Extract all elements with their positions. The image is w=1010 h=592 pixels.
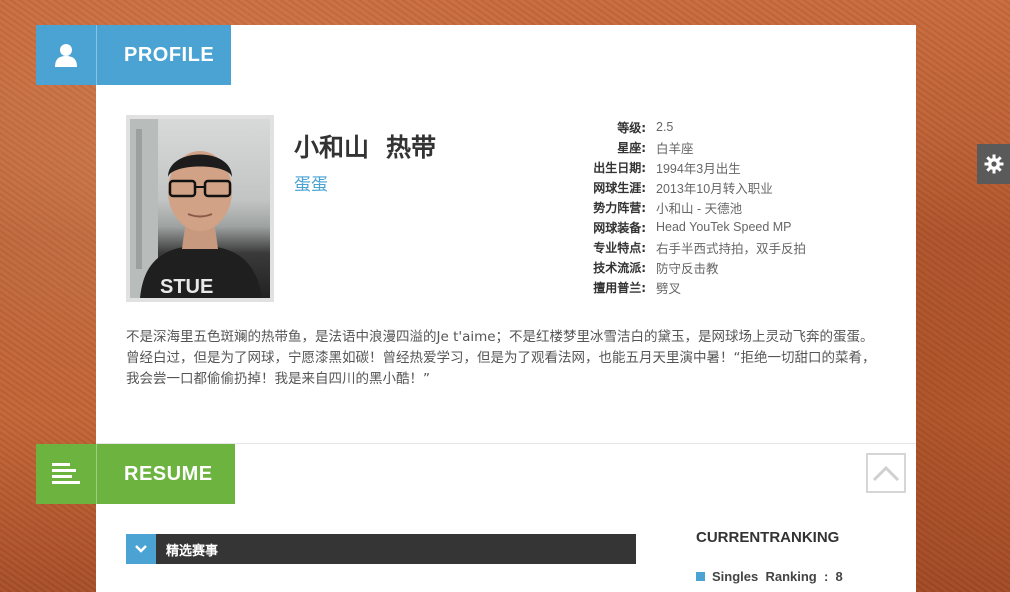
info-key: 专业特点: — [593, 240, 646, 255]
info-value: 防守反击教 — [656, 261, 719, 276]
info-value: 劈叉 — [656, 281, 682, 296]
user-icon — [36, 25, 97, 85]
player-name: 小和山 — [294, 134, 370, 162]
info-row-style: 技术流派: 防守反击教 — [556, 257, 806, 277]
player-bio: 不是深海里五色斑斓的热带鱼，是法语中浪漫四溢的Je t'aime；不是红楼梦里冰… — [126, 329, 876, 387]
info-key: 擅用普兰: — [593, 280, 646, 295]
info-key: 网球生涯: — [593, 180, 646, 195]
profile-card — [96, 25, 916, 592]
align-left-icon — [36, 444, 97, 504]
resume-section-tab: RESUME — [36, 444, 235, 504]
gear-icon — [984, 154, 1003, 174]
info-value: 白羊座 — [656, 141, 694, 156]
featured-events-label: 精选赛事 — [166, 543, 219, 559]
info-key: 技术流派: — [593, 260, 646, 275]
chevron-up-icon — [872, 465, 900, 482]
resume-tab-label: RESUME — [124, 462, 213, 485]
info-row-equipment: 网球装备: Head YouTek Speed MP — [556, 217, 806, 237]
info-row-career: 网球生涯: 2013年10月转入职业 — [556, 177, 806, 197]
scroll-top-button[interactable] — [866, 453, 906, 493]
info-row-birthdate: 出生日期: 1994年3月出生 — [556, 157, 806, 177]
info-value: 1994年3月出生 — [656, 161, 741, 176]
info-key: 星座: — [617, 140, 646, 155]
info-value: Head YouTek Speed MP — [656, 220, 792, 234]
settings-button[interactable] — [977, 144, 1010, 184]
info-row-level: 等级: 2.5 — [556, 117, 806, 137]
player-info-table: 等级: 2.5 星座: 白羊座 出生日期: 1994年3月出生 网球生涯: 20… — [556, 117, 806, 297]
chevron-down-icon[interactable] — [126, 534, 156, 564]
avatar: STUE — [126, 115, 274, 302]
svg-text:STUE: STUE — [160, 276, 213, 298]
profile-section-tab: PROFILE — [36, 25, 231, 85]
player-nickname: 蛋蛋 — [294, 175, 328, 195]
bullet-square-icon — [696, 572, 705, 581]
info-key: 等级: — [617, 120, 646, 135]
profile-tab-label: PROFILE — [124, 43, 215, 66]
info-value: 2013年10月转入职业 — [656, 181, 773, 196]
info-row-zodiac: 星座: 白羊座 — [556, 137, 806, 157]
current-ranking-title: CURRENTRANKING — [696, 529, 840, 546]
info-key: 网球装备: — [593, 220, 646, 235]
player-alias: 热带 — [386, 134, 437, 162]
info-value: 2.5 — [656, 120, 674, 134]
info-row-specialty: 专业特点: 右手半西式持拍，双手反拍 — [556, 237, 806, 257]
info-value: 右手半西式持拍，双手反拍 — [656, 241, 807, 256]
ranking-item: Singles Ranking : 8 — [696, 569, 843, 584]
info-row-skill: 擅用普兰: 劈叉 — [556, 277, 806, 297]
info-key: 势力阵营: — [593, 200, 646, 215]
ranking-item-label: Singles Ranking : 8 — [712, 569, 843, 584]
info-row-faction: 势力阵营: 小和山 - 天德池 — [556, 197, 806, 217]
featured-events-header[interactable]: 精选赛事 — [126, 534, 636, 564]
info-key: 出生日期: — [593, 160, 646, 175]
info-value: 小和山 - 天德池 — [656, 201, 743, 216]
